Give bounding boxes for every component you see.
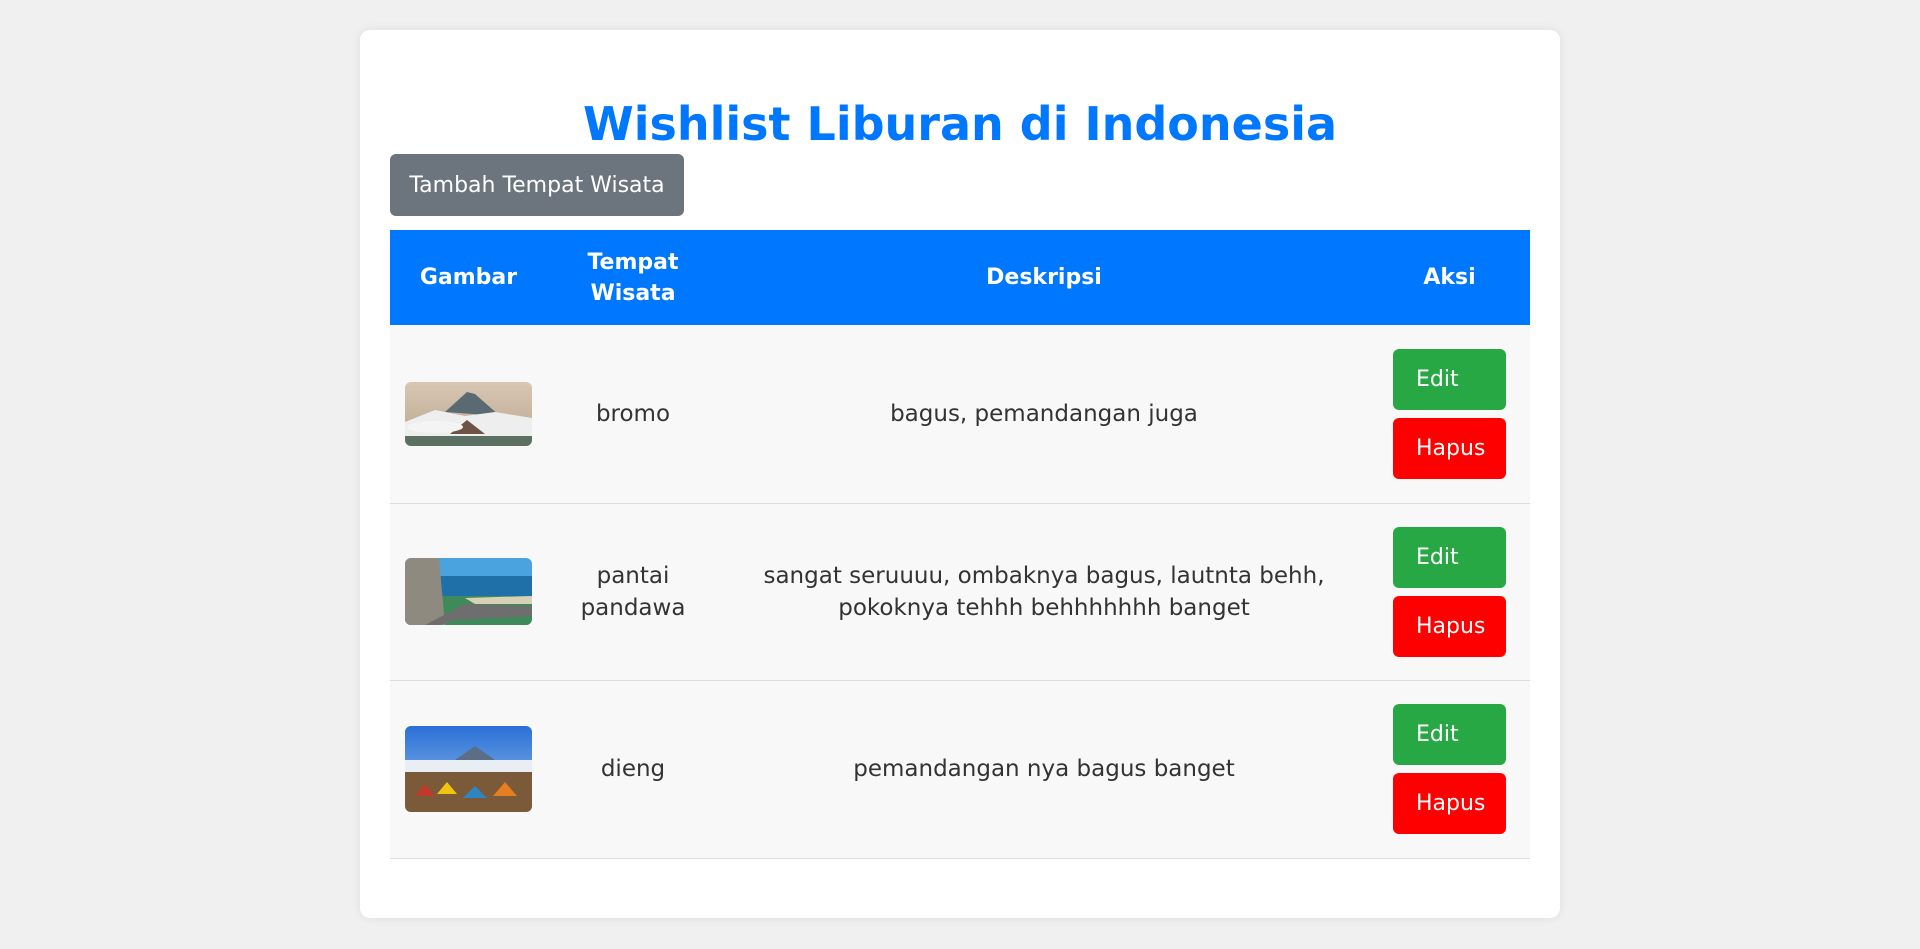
image-cell [390,680,547,858]
delete-button[interactable]: Hapus [1393,595,1506,657]
table-row: bromo bagus, pemandangan juga Edit Hapus [390,325,1530,503]
place-name: pantai pandawa [580,562,686,621]
page-title: Wishlist Liburan di Indonesia [582,97,1338,151]
beach-cliff-image [405,558,532,625]
actions-cell: Edit Hapus [1369,680,1530,858]
delete-button[interactable]: Hapus [1393,417,1506,479]
add-destination-button[interactable]: Tambah Tempat Wisata [390,154,684,216]
column-header-actions: Aksi [1423,265,1476,290]
camping-mountain-image [405,726,532,812]
table-header: Gambar Tempat Wisata Deskripsi Aksi [390,230,1530,325]
destination-photo-pandawa [405,558,532,625]
place-name: dieng [600,756,666,782]
place-description: bagus, pemandangan juga [890,400,1198,427]
destination-photo-bromo [405,381,532,446]
place-description: sangat seruuuu, ombaknya bagus, lautnta … [763,562,1325,621]
place-name: bromo [595,400,671,427]
actions-cell: Edit Hapus [1369,325,1530,503]
delete-button[interactable]: Hapus [1393,773,1506,834]
edit-button[interactable]: Edit [1393,704,1506,765]
edit-button[interactable]: Edit [1393,348,1506,410]
edit-button[interactable]: Edit [1393,526,1506,588]
image-cell [390,503,547,680]
place-description: pemandangan nya bagus banget [853,756,1235,782]
wishlist-card: Wishlist Liburan di Indonesia Tambah Tem… [360,30,1560,918]
destinations-table: Gambar Tempat Wisata Deskripsi Aksi brom… [390,230,1530,859]
actions-cell: Edit Hapus [1369,503,1530,680]
image-cell [390,325,547,503]
table-header-row: Gambar Tempat Wisata Deskripsi Aksi [390,230,1530,325]
destination-photo-dieng [405,726,532,812]
column-header-description: Deskripsi [986,265,1102,290]
column-header-image: Gambar [419,265,518,290]
table-row: dieng pemandangan nya bagus banget Edit … [390,680,1530,858]
table-row: pantai pandawa sangat seruuuu, ombaknya … [390,503,1530,680]
column-header-place: Tempat Wisata [587,249,679,306]
mountain-landscape-image [405,381,532,446]
